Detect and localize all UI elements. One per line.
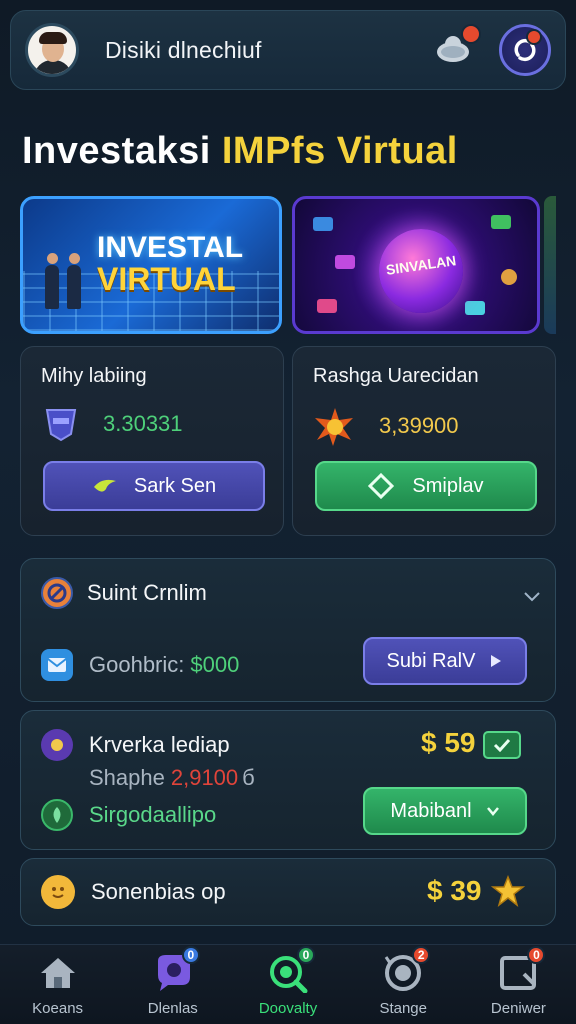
page-title: Investaksi IMPfs Virtual	[22, 130, 458, 173]
chat-bubble-icon: 0	[152, 946, 200, 994]
avatar[interactable]	[25, 23, 79, 77]
title-word-1: Investaksi	[22, 130, 211, 172]
chat-icon[interactable]	[433, 24, 481, 72]
nav-badge: 2	[412, 946, 431, 964]
chat-badge	[461, 24, 481, 44]
sync-badge	[526, 29, 542, 45]
card-value: 3.30331	[103, 411, 183, 436]
button-label: Smiplav	[412, 474, 484, 497]
row-label: Goohbric:	[89, 652, 185, 677]
title-word-3: Virtual	[336, 130, 458, 172]
top-header: Disiki dlnechiuf	[10, 10, 566, 90]
panel-suint-crnlim: Suint Crnlim Goohbric: $000 Subi RalV	[20, 558, 556, 702]
panel-amount: $ 59	[421, 727, 476, 758]
banner-next-peek[interactable]	[544, 196, 556, 334]
panel-title: Suint Crnlim	[87, 580, 207, 605]
smiley-icon	[41, 875, 75, 909]
row-value: $000	[190, 652, 240, 677]
nav-label: Stange	[379, 1000, 427, 1017]
button-label: Mabibanl	[390, 799, 472, 822]
sub-value: 2,9100	[170, 765, 239, 790]
home-icon	[37, 952, 79, 994]
diamond-icon	[368, 473, 395, 499]
button-label: Sark Sen	[133, 474, 217, 497]
sync-button[interactable]	[499, 24, 551, 76]
no-entry-icon	[41, 577, 73, 609]
card-label: Mihy labiing	[41, 365, 147, 387]
card-right: Rashga Uarecidan 3,39900 Smiplav	[292, 346, 556, 536]
coin-exchange-icon: 2	[382, 946, 431, 994]
subi-ralv-button[interactable]: Subi RalV	[363, 637, 527, 685]
chevron-down-icon	[486, 807, 499, 816]
nav-item-exchange[interactable]: 2 Stange	[346, 945, 461, 1024]
bottom-nav: Koeans 0 Dlenlas 0 Doovalty 2 Stange 0 D…	[0, 944, 576, 1024]
nav-item-search[interactable]: 0 Doovalty	[230, 945, 345, 1024]
check-icon[interactable]	[483, 731, 521, 759]
panel-sonenbias-op[interactable]: Sonenbias op $ 39	[20, 858, 556, 926]
chevron-down-icon[interactable]	[523, 591, 541, 603]
row-label: Sirgodaallipo	[89, 802, 217, 827]
banner-title: INVESTAL	[97, 231, 244, 264]
nav-label: Dlenlas	[147, 1000, 198, 1017]
button-label: Subi RalV	[386, 649, 476, 672]
shield-icon	[45, 409, 77, 442]
banner-subtitle: VIRTUAL	[97, 261, 236, 297]
card-value: 3,39900	[379, 413, 459, 438]
mail-icon	[41, 649, 73, 681]
balance-cards: Mihy labiing 3.30331 Sark Sen Rashga Uar…	[20, 346, 556, 536]
nav-item-deliver[interactable]: 0 Deniwer	[461, 945, 576, 1024]
title-word-2: IMPfs	[221, 130, 326, 172]
panel-amount: $ 39	[427, 875, 482, 906]
smiplav-button[interactable]: Smiplav	[315, 461, 537, 511]
banner-investal-virtual[interactable]: INVESTAL VIRTUAL	[20, 196, 282, 334]
nav-badge: 0	[297, 946, 315, 964]
nav-label: Koeans	[32, 1000, 84, 1017]
panel-title: Sonenbias op	[91, 879, 226, 904]
nav-label: Deniwer	[490, 1000, 546, 1017]
nav-badge: 0	[527, 946, 546, 964]
search-icon: 0	[267, 946, 315, 994]
bird-icon	[93, 479, 116, 492]
username: Disiki dlnechiuf	[105, 36, 262, 63]
sun-burst-icon	[315, 408, 353, 446]
mabibanl-button[interactable]: Mabibanl	[363, 787, 527, 835]
card-label: Rashga Uarecidan	[313, 365, 479, 387]
badge-icon	[41, 729, 73, 761]
box-icon: 0	[497, 946, 546, 994]
sub-label: Shaphe	[89, 765, 165, 790]
sub-suffix: б	[242, 765, 255, 790]
play-icon	[491, 655, 502, 667]
panel-title: Krverka lediap	[89, 732, 230, 757]
panel-krverka-lediap: Krverka lediap $ 59 Shaphe 2,9100 б Sirg…	[20, 710, 556, 850]
nav-label: Doovalty	[258, 1000, 318, 1017]
sark-sen-button[interactable]: Sark Sen	[43, 461, 265, 511]
nav-badge: 0	[181, 946, 200, 964]
nav-item-chat[interactable]: 0 Dlenlas	[115, 945, 230, 1024]
leaf-icon	[41, 799, 73, 831]
star-icon[interactable]	[491, 875, 525, 907]
nav-item-home[interactable]: Koeans	[0, 945, 115, 1024]
banner-crypto-orb[interactable]: SINVALAN	[292, 196, 540, 334]
card-left: Mihy labiing 3.30331 Sark Sen	[20, 346, 284, 536]
